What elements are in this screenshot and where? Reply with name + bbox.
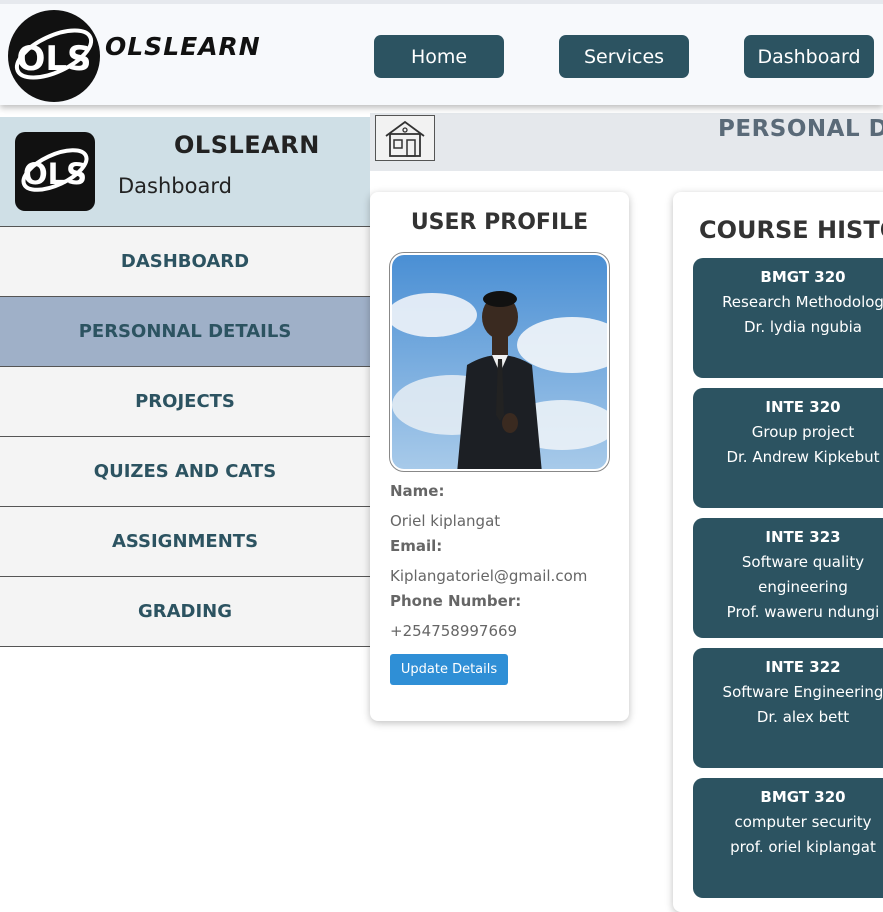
course-lecturer: Dr. lydia ngubia xyxy=(744,318,862,336)
course-title: Software quality xyxy=(741,553,865,571)
email-value: Kiplangatoriel@gmail.com xyxy=(390,567,588,585)
name-label: Name: xyxy=(390,482,445,500)
profile-title: USER PROFILE xyxy=(410,210,589,235)
user-profile-card: USER PROFILE Name: Oriel kiplangat Email… xyxy=(370,192,629,721)
course-card[interactable]: INTE 320 Group project Dr. Andrew Kipkeb… xyxy=(693,388,883,508)
olslearn-logo[interactable]: OLS xyxy=(8,10,100,102)
profile-photo xyxy=(389,252,610,472)
update-details-button[interactable]: Update Details xyxy=(390,654,508,685)
course-code: BMGT 320 xyxy=(760,268,846,286)
sidebar: OLS OLSLEARN Dashboard DASHBOARD PERSONN… xyxy=(0,117,370,647)
phone-value: +254758997669 xyxy=(390,622,518,640)
sidebar-subtitle: Dashboard xyxy=(118,174,232,198)
course-lecturer: Dr. Andrew Kipkebut xyxy=(726,448,880,466)
ols-logo-icon: OLS xyxy=(21,148,89,192)
course-title-cont: engineering xyxy=(758,578,848,596)
course-code: INTE 322 xyxy=(765,658,841,676)
sidebar-item-projects[interactable]: PROJECTS xyxy=(0,367,370,437)
sidebar-item-grading[interactable]: GRADING xyxy=(0,577,370,647)
brand-name: OLSLEARN xyxy=(105,32,261,61)
nav-dashboard-button[interactable]: Dashboard xyxy=(744,35,874,78)
course-code: INTE 323 xyxy=(765,528,841,546)
course-card[interactable]: INTE 322 Software Engineering Dr. alex b… xyxy=(693,648,883,768)
sidebar-logo: OLS xyxy=(15,132,95,211)
house-icon[interactable] xyxy=(375,115,435,161)
course-card[interactable]: BMGT 320 computer security prof. oriel k… xyxy=(693,778,883,898)
course-lecturer: Dr. alex bett xyxy=(756,708,850,726)
course-title: computer security xyxy=(734,813,872,831)
sidebar-item-quizes-and-cats[interactable]: QUIZES AND CATS xyxy=(0,437,370,507)
course-history-title: COURSE HISTOR xyxy=(699,216,883,244)
name-value: Oriel kiplangat xyxy=(390,512,501,530)
phone-label: Phone Number: xyxy=(390,592,522,610)
nav-home-button[interactable]: Home xyxy=(374,35,504,78)
email-label: Email: xyxy=(390,537,443,555)
page-title: PERSONAL DE xyxy=(718,116,883,142)
course-lecturer: Prof. waweru ndungi xyxy=(726,603,880,621)
page-banner: PERSONAL DE xyxy=(370,113,883,171)
ols-logo-icon: OLS xyxy=(14,28,94,80)
sidebar-item-assignments[interactable]: ASSIGNMENTS xyxy=(0,507,370,577)
sidebar-item-personal-details[interactable]: PERSONNAL DETAILS xyxy=(0,297,370,367)
svg-text:OLS: OLS xyxy=(16,39,91,79)
course-history-card: COURSE HISTOR BMGT 320 Research Methodol… xyxy=(673,192,883,912)
course-title: Research Methodolog xyxy=(722,293,883,311)
sidebar-title: OLSLEARN xyxy=(174,131,320,159)
nav-services-button[interactable]: Services xyxy=(559,35,689,78)
course-card[interactable]: BMGT 320 Research Methodolog Dr. lydia n… xyxy=(693,258,883,378)
svg-text:OLS: OLS xyxy=(23,157,87,191)
sidebar-header: OLS OLSLEARN Dashboard xyxy=(0,117,370,227)
course-title: Group project xyxy=(751,423,855,441)
course-code: BMGT 320 xyxy=(760,788,846,806)
course-title: Software Engineering xyxy=(722,683,883,701)
sidebar-item-dashboard[interactable]: DASHBOARD xyxy=(0,227,370,297)
course-lecturer: prof. oriel kiplangat xyxy=(730,838,876,856)
course-code: INTE 320 xyxy=(765,398,841,416)
course-card[interactable]: INTE 323 Software quality engineering Pr… xyxy=(693,518,883,638)
top-navbar: OLS OLSLEARN Home Services Dashboard xyxy=(0,0,883,105)
